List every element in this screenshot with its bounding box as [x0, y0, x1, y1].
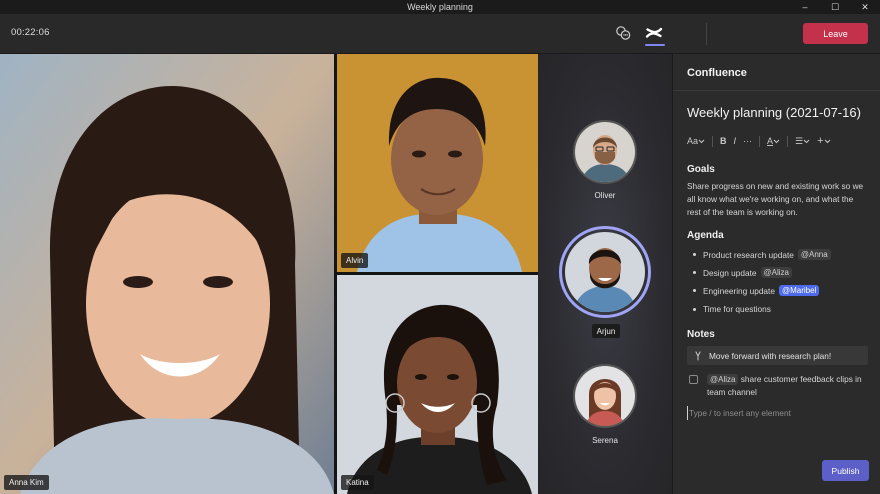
panel-header: Confluence [673, 54, 880, 91]
video-tile-katina[interactable]: Katina [337, 275, 538, 494]
chevron-down-icon [803, 139, 810, 143]
chevron-down-icon [824, 139, 830, 143]
minimize-button[interactable]: – [790, 0, 820, 14]
goals-text[interactable]: Share progress on new and existing work … [687, 180, 869, 219]
toolbar-divider [759, 135, 761, 147]
active-app-indicator [645, 44, 665, 46]
participant-video [337, 54, 538, 272]
toolbar-divider [706, 23, 707, 45]
task-checkbox[interactable] [689, 375, 698, 384]
participant-video [337, 275, 538, 494]
rail-name-arjun: Arjun [592, 324, 620, 338]
more-formatting-button[interactable]: ··· [743, 136, 752, 146]
close-button[interactable]: ✕ [850, 0, 880, 14]
decision-text: Move forward with research plan! [709, 350, 832, 361]
agenda-item[interactable]: Product research update @Anna [693, 249, 831, 260]
video-tile-anna-kim[interactable]: Anna Kim [0, 54, 334, 494]
panel-title: Confluence [687, 67, 747, 79]
toolbar-divider [712, 135, 714, 147]
rail-name-oliver: Oliver [594, 191, 616, 200]
avatar-oliver[interactable] [573, 120, 637, 184]
participant-video [0, 54, 334, 494]
editor-input[interactable] [687, 406, 869, 420]
text-style-label: Aa [687, 136, 699, 146]
apps-icon[interactable] [614, 24, 632, 42]
video-stage: Anna Kim Alvin Katina Oliver Arjun Seren… [0, 54, 672, 494]
leave-button[interactable]: Leave [803, 23, 868, 44]
participant-name-tag: Alvin [341, 253, 369, 268]
avatar-serena[interactable] [573, 364, 637, 428]
meeting-toolbar: 00:22:06 Leave [0, 14, 880, 54]
mention-chip[interactable]: @Aliza [760, 267, 792, 278]
participant-name-tag: Katina [341, 475, 374, 490]
rail-name-serena: Serena [592, 436, 618, 445]
agenda-item[interactable]: Time for questions [693, 304, 771, 314]
mention-chip-highlighted[interactable]: @Maribel [778, 285, 820, 296]
participant-rail: Oliver Arjun Serena [538, 54, 672, 494]
list-button[interactable]: ☰ [795, 136, 810, 147]
window-title: Weekly planning [407, 2, 473, 12]
agenda-item-text: Product research update [703, 249, 794, 260]
window-controls: – ☐ ✕ [790, 0, 880, 14]
task-text: @Aliza share customer feedback clips in … [707, 373, 869, 399]
chevron-down-icon [773, 139, 780, 143]
bullet [693, 289, 696, 292]
document-title[interactable]: Weekly planning (2021-07-16) [687, 105, 861, 120]
avatar-image [575, 366, 635, 426]
bold-button[interactable]: B [720, 136, 727, 146]
agenda-item[interactable]: Engineering update @Maribel [693, 285, 820, 296]
avatar-image [575, 122, 635, 182]
avatar-arjun[interactable] [565, 232, 645, 312]
chevron-down-icon [698, 139, 705, 143]
confluence-icon[interactable] [645, 24, 663, 42]
mention-chip[interactable]: @Anna [797, 249, 831, 260]
bullet [693, 271, 696, 274]
text-color-button[interactable]: A [767, 136, 780, 146]
formatting-toolbar: Aa B I ··· A ☰ + [687, 134, 838, 148]
toolbar-divider [787, 135, 789, 147]
goals-heading: Goals [687, 164, 715, 175]
italic-button[interactable]: I [734, 136, 737, 146]
video-tile-alvin[interactable]: Alvin [337, 54, 538, 272]
avatar-image [565, 232, 645, 312]
call-timer: 00:22:06 [11, 27, 50, 38]
insert-button[interactable]: + [817, 135, 830, 147]
text-style-button[interactable]: Aa [687, 136, 705, 146]
maximize-button[interactable]: ☐ [820, 0, 850, 14]
window-titlebar: Weekly planning – ☐ ✕ [0, 0, 880, 14]
publish-button[interactable]: Publish [822, 460, 869, 481]
agenda-item-text: Engineering update [703, 285, 775, 296]
bullet [693, 253, 696, 256]
participant-name-tag: Anna Kim [4, 475, 49, 490]
agenda-item-text: Design update [703, 267, 757, 278]
decision-icon [695, 350, 701, 361]
confluence-panel: Confluence Weekly planning (2021-07-16) … [672, 54, 880, 494]
agenda-item-text: Time for questions [703, 304, 771, 314]
agenda-item[interactable]: Design update @Aliza [693, 267, 792, 278]
bullet [693, 307, 696, 311]
task-item[interactable]: @Aliza share customer feedback clips in … [689, 373, 869, 399]
notes-heading: Notes [687, 329, 715, 340]
agenda-heading: Agenda [687, 230, 724, 241]
list-icon: ☰ [795, 135, 804, 146]
mention-chip[interactable]: @Aliza [707, 374, 739, 385]
decision-item[interactable]: Move forward with research plan! [687, 346, 868, 365]
